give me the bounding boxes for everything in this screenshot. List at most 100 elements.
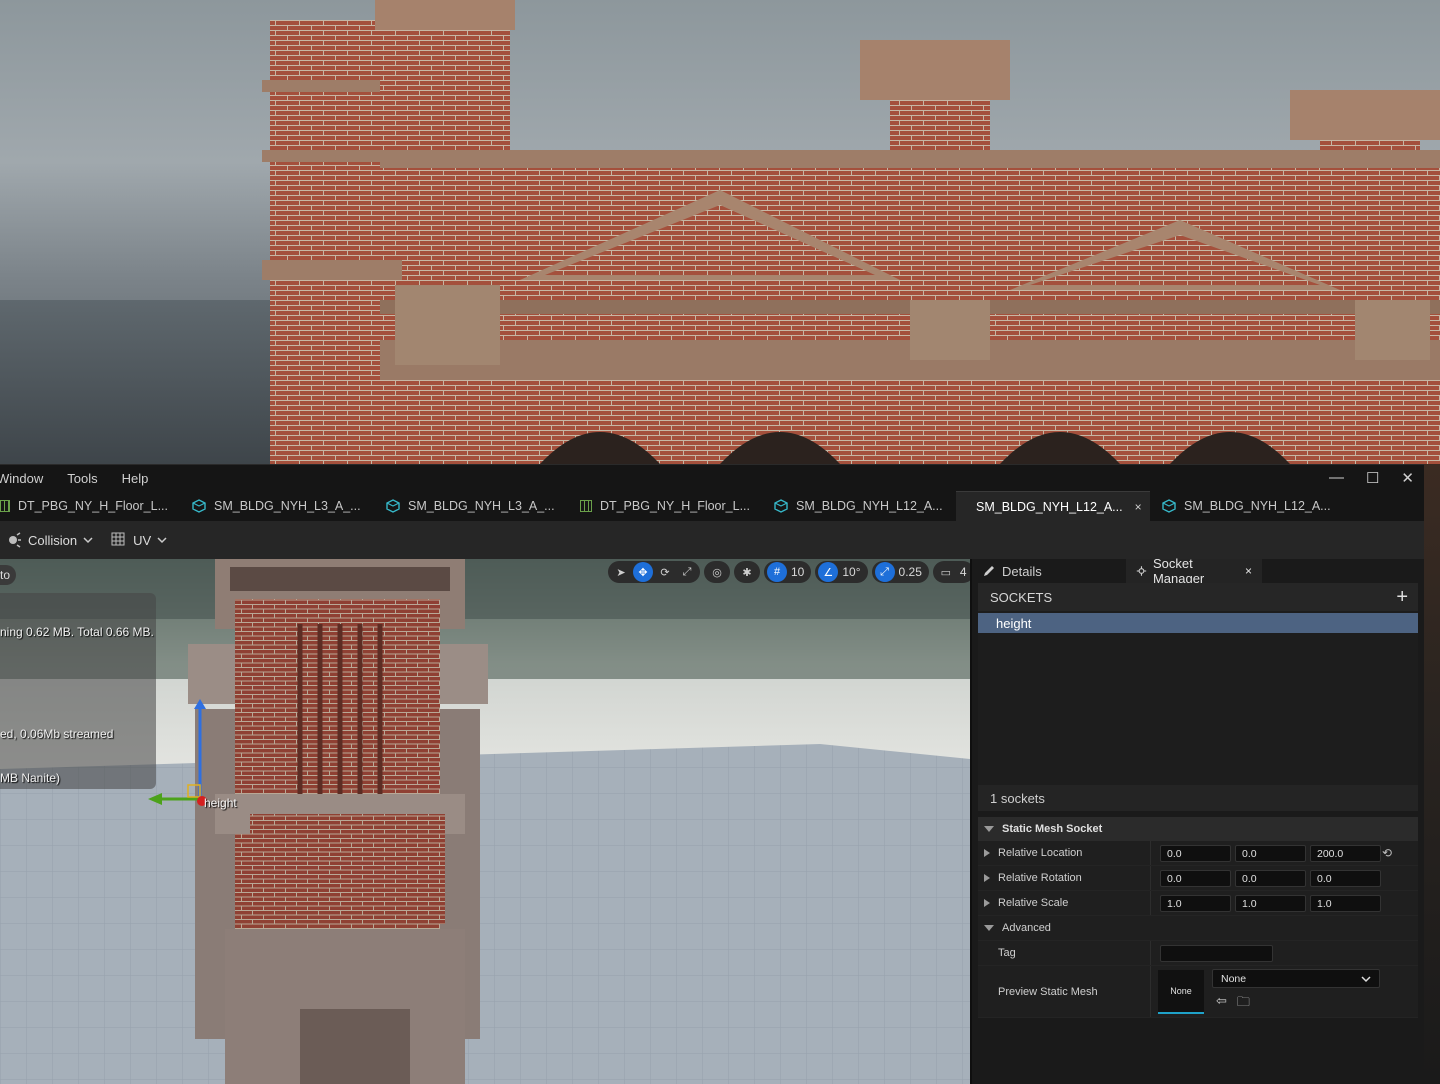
sockets-list: height: [978, 611, 1418, 785]
tab-label: SM_BLDG_NYH_L3_A_...: [408, 499, 555, 513]
asset-thumbnail[interactable]: None: [1158, 970, 1204, 1014]
tab-socket-manager[interactable]: Socket Manager ×: [1126, 556, 1262, 586]
world-space-icon[interactable]: ◎: [707, 562, 727, 582]
editor-toolbar: Collision UV: [0, 521, 1424, 559]
preview-static-mesh-row: Preview Static Mesh None None ⇦ 🗀: [978, 966, 1418, 1018]
advanced-row[interactable]: Advanced: [978, 916, 1418, 941]
close-tab-button[interactable]: ×: [1135, 500, 1142, 514]
location-y-field[interactable]: 0.0: [1235, 845, 1306, 862]
scale-snap-value[interactable]: 0.25: [897, 565, 926, 579]
collision-label: Collision: [28, 532, 78, 548]
scale-snap-icon[interactable]: ⤢: [874, 562, 895, 582]
location-x-field[interactable]: 0.0: [1160, 845, 1231, 862]
camera-speed-group[interactable]: ▭ 4: [932, 561, 970, 583]
coord-space-group: ◎: [704, 561, 730, 583]
asset-tab[interactable]: DT_PBG_NY_H_Floor_L...: [0, 491, 180, 521]
tab-label: SM_BLDG_NYH_L3_A_...: [214, 499, 361, 513]
angle-snap-icon[interactable]: ∠: [818, 562, 839, 582]
scale-x-field[interactable]: 1.0: [1160, 895, 1231, 912]
tab-details[interactable]: Details: [972, 559, 1126, 583]
scale-snap-group[interactable]: ⤢ 0.25: [871, 561, 929, 583]
property-label[interactable]: Relative Scale: [984, 891, 1068, 915]
relative-location-label: Relative Location: [998, 847, 1083, 859]
rotation-snap-group[interactable]: ∠ 10°: [815, 561, 868, 583]
rotation-yaw-field[interactable]: 0.0: [1310, 870, 1381, 887]
asset-tab-active[interactable]: SM_BLDG_NYH_L12_A... ×: [956, 491, 1150, 521]
maximize-button[interactable]: ☐: [1366, 469, 1379, 487]
asset-tab[interactable]: SM_BLDG_NYH_L12_A...: [1150, 491, 1344, 521]
relative-scale-row: Relative Scale 1.0 1.0 1.0: [978, 891, 1418, 916]
scale-y-field[interactable]: 1.0: [1235, 895, 1306, 912]
close-window-button[interactable]: ✕: [1401, 469, 1414, 487]
select-mode-icon[interactable]: ➤: [611, 562, 631, 582]
asset-tab[interactable]: DT_PBG_NY_H_Floor_L...: [568, 491, 762, 521]
surface-snap-group: ✱: [734, 561, 760, 583]
uv-grid-icon: [111, 532, 125, 546]
property-label[interactable]: Relative Location: [984, 841, 1082, 865]
mesh-viewport[interactable]: to ning 0.62 MB. Total 0.66 MB. ed, 0.06…: [0, 559, 970, 1084]
reset-to-default-icon[interactable]: ⟲: [1382, 846, 1392, 860]
collapse-arrow-icon: [984, 826, 994, 832]
grid-snap-group[interactable]: # 10: [764, 561, 812, 583]
tab-label: SM_BLDG_NYH_L12_A...: [976, 499, 1123, 514]
collision-dropdown[interactable]: Collision: [6, 532, 93, 548]
viewport-stats-overlay: ning 0.62 MB. Total 0.66 MB. ed, 0.06Mb …: [0, 593, 156, 789]
collapse-arrow-icon: [984, 925, 994, 931]
location-z-field[interactable]: 200.0: [1310, 845, 1381, 862]
asset-tab[interactable]: SM_BLDG_NYH_L3_A_...: [180, 491, 374, 521]
use-selected-asset-icon[interactable]: ⇦: [1216, 993, 1227, 1015]
translate-mode-icon[interactable]: ✥: [633, 562, 653, 582]
uv-label: UV: [133, 532, 152, 548]
minimize-button[interactable]: —: [1329, 469, 1344, 487]
asset-tab[interactable]: SM_BLDG_NYH_L12_A...: [762, 491, 956, 521]
menu-window[interactable]: Window: [0, 471, 43, 486]
scale-mode-icon[interactable]: ⤢: [677, 562, 697, 582]
tag-input[interactable]: [1160, 945, 1273, 962]
rotation-pitch-field[interactable]: 0.0: [1235, 870, 1306, 887]
surface-snap-icon[interactable]: ✱: [737, 562, 757, 582]
browse-asset-icon[interactable]: 🗀: [1237, 993, 1250, 1015]
advanced-label: Advanced: [1002, 922, 1051, 934]
preview-static-mesh-label: Preview Static Mesh: [998, 986, 1098, 998]
level-viewport[interactable]: [0, 0, 1440, 464]
close-tab-button[interactable]: ×: [1245, 564, 1252, 578]
section-title: Static Mesh Socket: [1002, 823, 1103, 835]
data-table-icon: [580, 500, 592, 512]
static-mesh-icon: [1162, 499, 1176, 513]
static-mesh-picker[interactable]: None: [1212, 969, 1380, 988]
camera-speed-value[interactable]: 4: [958, 565, 970, 579]
chevron-down-icon: [1361, 975, 1371, 982]
stats-line: ed, 0.06Mb streamed: [0, 727, 114, 741]
viewport-transform-toolbar: ➤ ✥ ⟳ ⤢ ◎ ✱ # 10 ∠ 10° ⤢ 0.25 ▭ 4: [608, 561, 970, 583]
sockets-header: SOCKETS +: [978, 583, 1418, 611]
add-socket-button[interactable]: +: [1396, 586, 1408, 609]
camera-icon[interactable]: ▭: [936, 562, 956, 582]
relative-scale-label: Relative Scale: [998, 897, 1069, 909]
rotation-snap-value[interactable]: 10°: [840, 565, 864, 579]
uv-dropdown[interactable]: UV: [111, 532, 167, 548]
rotation-roll-field[interactable]: 0.0: [1160, 870, 1231, 887]
background-edge: [1424, 464, 1440, 1084]
list-item[interactable]: height: [978, 613, 1418, 633]
sockets-count: 1 sockets: [978, 785, 1418, 811]
section-static-mesh-socket[interactable]: Static Mesh Socket: [978, 817, 1418, 841]
asset-tab[interactable]: SM_BLDG_NYH_L3_A_...: [374, 491, 568, 521]
property-label[interactable]: Relative Rotation: [984, 866, 1082, 890]
static-mesh-icon: [774, 499, 788, 513]
menu-help[interactable]: Help: [122, 471, 149, 486]
pencil-icon: [984, 566, 994, 576]
menu-bar: Window Tools Help — ☐ ✕: [0, 465, 1424, 491]
socket-manager-panel: Details Socket Manager × SOCKETS + heigh…: [970, 556, 1424, 1084]
scale-z-field[interactable]: 1.0: [1310, 895, 1381, 912]
menu-tools[interactable]: Tools: [67, 471, 97, 486]
grid-snap-value[interactable]: 10: [789, 565, 808, 579]
static-mesh-picker-value: None: [1221, 972, 1247, 985]
tag-row: Tag: [978, 941, 1418, 966]
window-controls: — ☐ ✕: [1329, 469, 1414, 487]
socket-properties: Static Mesh Socket Relative Location 0.0…: [978, 817, 1418, 1018]
collision-icon: [9, 532, 21, 548]
socket-icon: [1136, 566, 1147, 576]
data-table-icon: [0, 500, 10, 512]
grid-snap-icon[interactable]: #: [767, 562, 787, 582]
rotate-mode-icon[interactable]: ⟳: [655, 562, 675, 582]
